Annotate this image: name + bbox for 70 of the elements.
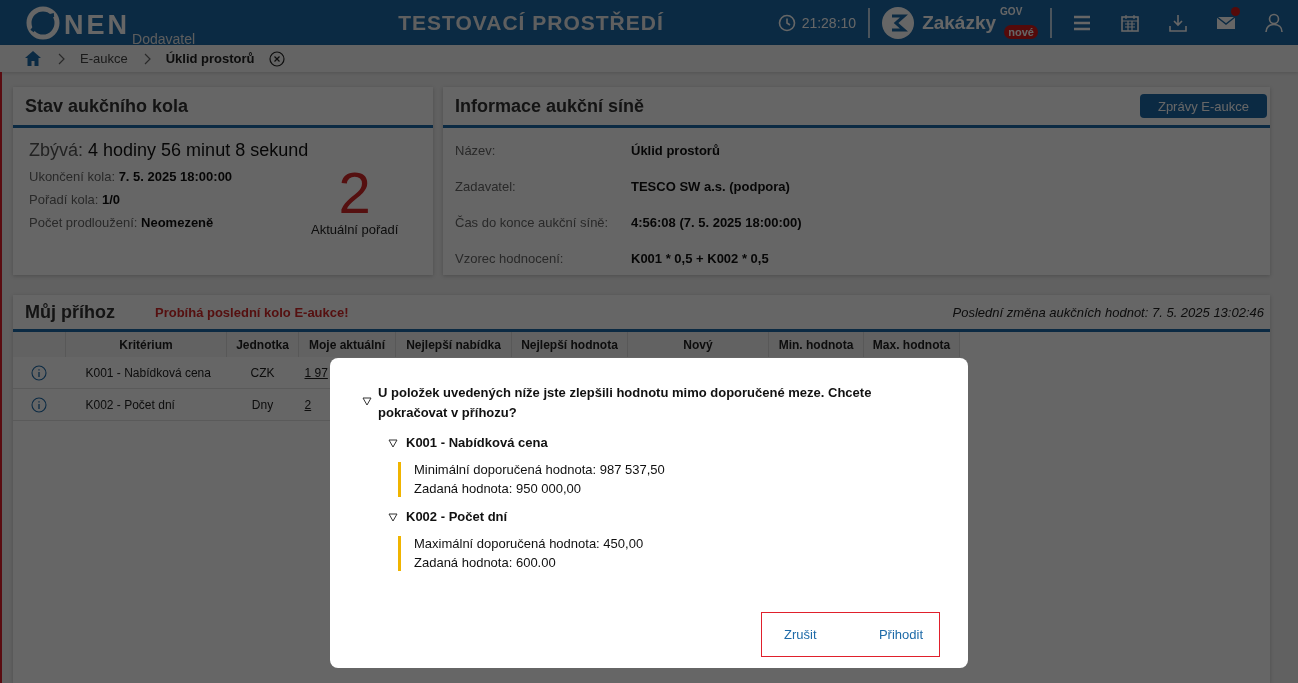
column-header: Nový [627,332,769,357]
detail-text: Zadaná hodnota: 600.00 [414,555,557,571]
logo-subtitle: Dodavatel [132,31,196,46]
table-cell: K002 - Počet dní [65,388,227,421]
field-value: Neomezeně [141,215,214,230]
field-value: 1/0 [102,192,121,207]
dialog-question: U položek uvedených níže jste zlepšili hodnotu mimo doporučené meze. Chcete pokračovat v příhozu? [378,384,873,422]
user-icon[interactable] [1264,12,1284,33]
detail-text: Minimální doporučená hodnota: 987 537,50 [414,462,666,478]
column-header: Moje aktuální [298,332,396,357]
field-value: Úklid prostorů [631,141,721,160]
column-header: Jednotka [226,332,299,357]
table-cell: K001 - Nabídková cena [65,357,227,389]
calendar-icon[interactable] [1120,12,1140,33]
close-icon[interactable] [268,50,285,67]
breadcrumb-current: Úklid prostorů [165,51,255,66]
field-label: Počet prodloužení: [29,215,138,230]
column-header: Nejlepší hodnota [511,332,628,357]
section-title: Můj příhoz [25,301,115,323]
download-icon[interactable] [1168,12,1188,33]
cancel-button[interactable]: Zrušit [780,623,821,646]
last-change-text: Poslední změna aukčních hodnot: 7. 5. 2025 13:02:46 [952,304,1264,320]
collapse-icon[interactable] [388,511,398,522]
new-badge: nové [1004,25,1038,39]
group-title: K002 - Počet dní [406,509,508,524]
card-title: Stav aukčního kola [25,95,189,117]
field-label: Ukončení kola: [29,169,115,184]
messages-button[interactable]: Zprávy E-aukce [1139,94,1267,118]
column-header: Min. hodnota [768,332,864,357]
field-label: Čas do konce aukční síně: [455,213,610,232]
collapse-icon[interactable] [362,396,372,406]
card-title: Informace aukční síně [455,95,645,117]
field-value: 7. 5. 2025 18:00:00 [118,169,233,184]
field-value: K001 * 0,5 + K002 * 0,5 [631,249,770,268]
detail-text: Zadaná hodnota: 950 000,00 [414,481,582,497]
rank-label: Aktuální pořadí [311,222,399,237]
alert-text: Probíhá poslední kolo E-aukce! [155,304,349,320]
home-icon[interactable] [24,50,42,67]
group-title: K001 - Nabídková cena [406,435,548,450]
logo-icon [26,5,60,40]
clock-time: 21:28:10 [801,14,857,31]
field-label: Zbývá: [29,140,84,160]
field-label: Vzorec hodnocení: [455,249,565,268]
column-header: Max. hodnota [863,332,960,357]
info-icon[interactable] [31,396,48,413]
field-label: Pořadí kola: [29,192,99,207]
brand-name[interactable]: Zakázky [922,11,997,34]
field-value: TESCO SW a.s. (podpora) [631,177,791,196]
remaining-time: 4 hodiny 56 minut 8 sekund [88,140,309,160]
chevron-icon [56,51,66,66]
field-value: 4:56:08 (7. 5. 2025 18:00:00) [631,213,803,232]
table-cell: Dny [226,388,299,421]
table-cell: CZK [226,357,299,389]
brand-superscript: GOV [1000,6,1023,17]
rank-number: 2 [338,164,371,222]
value-link[interactable]: 1 97 [304,365,328,380]
detail-text: Maximální doporučená hodnota: 450,00 [414,536,645,552]
column-header: Nejlepší nabídka [395,332,512,357]
clock-icon [777,13,796,32]
value-link[interactable]: 2 [304,397,312,412]
field-label: Zadavatel: [455,177,517,196]
logo-text: NEN [64,9,130,40]
brand-logo-icon[interactable] [882,6,915,39]
column-header: Kritérium [65,332,227,357]
collapse-icon[interactable] [388,437,398,448]
environment-title: TESTOVACÍ PROSTŘEDÍ [397,10,665,35]
confirm-button[interactable]: Přihodit [874,623,927,646]
field-label: Název: [455,141,497,160]
info-icon[interactable] [31,364,48,381]
breadcrumb-link[interactable]: E-aukce [80,51,128,66]
